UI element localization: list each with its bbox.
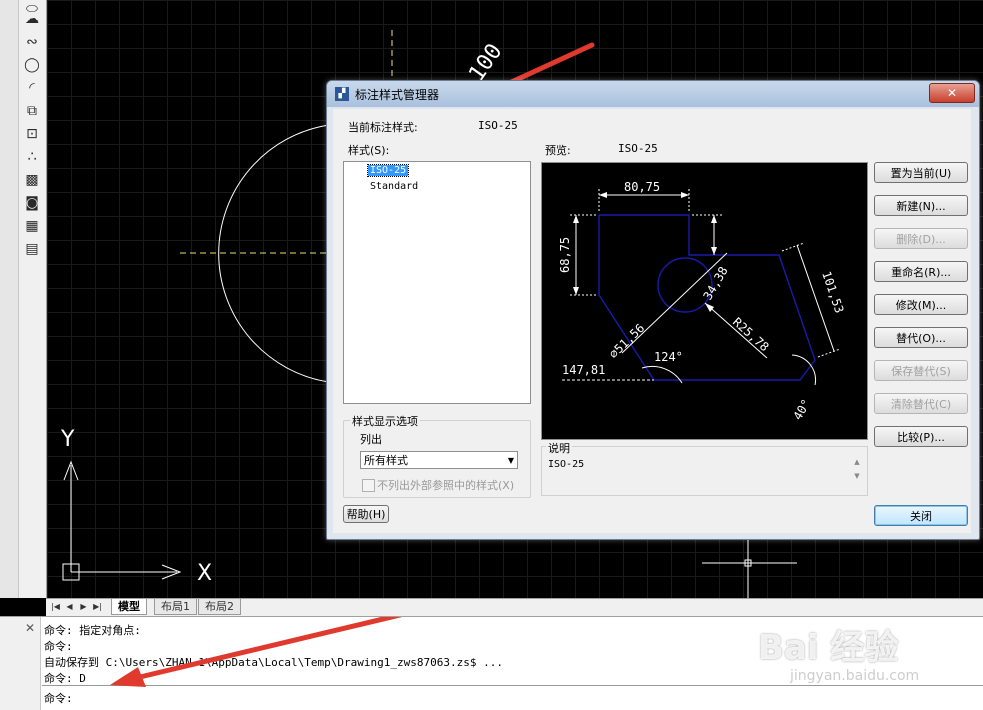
style-display-options-group: 样式显示选项 列出 所有样式 ▼ 不列出外部参照中的样式(X) [343, 413, 531, 498]
list-filter-value: 所有样式 [364, 454, 408, 467]
hatch-icon[interactable]: ▩ [23, 171, 41, 189]
command-line-panel: ✕ 命令: 指定对角点: 命令: 自动保存到 C:\Users\ZHAN~1\A… [0, 616, 983, 710]
current-style-value: ISO-25 [478, 119, 518, 132]
mtext-icon[interactable]: ▤ [23, 240, 41, 258]
preview-dim-radius: R25,78 [730, 315, 772, 354]
preview-dim-step: 34,38 [700, 264, 730, 302]
help-button[interactable]: 帮助(H) [343, 505, 389, 523]
dialog-body: 当前标注样式: ISO-25 样式(S): ISO-25 Standard 样式… [333, 109, 971, 533]
make-block-icon[interactable]: ⊡ [23, 125, 41, 143]
description-value: ISO-25 [548, 459, 585, 470]
description-label: 说明 [546, 440, 572, 456]
list-label: 列出 [360, 433, 382, 446]
chevron-down-icon: ▼ [507, 456, 514, 465]
display-options-title: 样式显示选项 [350, 413, 420, 429]
modify-button[interactable]: 修改(M)... [874, 294, 968, 315]
draw-toolbar: ⬭ ☁ ∾ ◯ ◜ ⧉ ⊡ ∴ ▩ ◙ ▦ ▤ [0, 0, 47, 598]
dialog-title: 标注样式管理器 [355, 88, 440, 102]
dimension-style-manager-dialog: ▞ 标注样式管理器 ✕ 当前标注样式: ISO-25 样式(S): ISO-25… [326, 80, 980, 540]
axis-y-label: Y [60, 427, 75, 452]
cloud-icon[interactable]: ☁ [23, 10, 41, 28]
new-button[interactable]: 新建(N)... [874, 195, 968, 216]
preview-hole [657, 257, 713, 313]
prev-tab-button[interactable]: ◀ [64, 601, 75, 612]
close-button[interactable]: ✕ [929, 83, 975, 103]
annotation-arrow-bottom [137, 617, 403, 680]
list-filter-select[interactable]: 所有样式 ▼ [360, 451, 518, 469]
ellipse-icon[interactable]: ◯ [23, 56, 41, 74]
description-scrollbar[interactable]: ▲ ▼ [851, 455, 863, 487]
tab-layout2[interactable]: 布局2 [198, 599, 241, 615]
annotation-arrowhead-bottom [110, 667, 146, 687]
delete-button[interactable]: 删除(D)... [874, 228, 968, 249]
preview-drawing: 80,75 68,75 ⌀51,56 34,38 R25,78 101,53 1… [558, 180, 847, 423]
tab-model[interactable]: 模型 [111, 599, 147, 615]
rename-button[interactable]: 重命名(R)... [874, 261, 968, 282]
ellipse-arc-icon[interactable]: ◜ [23, 79, 41, 97]
compare-button[interactable]: 比较(P)... [874, 426, 968, 447]
preview-dim-top: 80,75 [624, 180, 660, 194]
preview-dim-angle: 124° [654, 350, 683, 364]
style-preview: 80,75 68,75 ⌀51,56 34,38 R25,78 101,53 1… [541, 162, 868, 440]
axis-x-label: X [197, 561, 212, 586]
current-style-label: 当前标注样式: [348, 121, 418, 134]
preview-dim-slant: 101,53 [819, 269, 846, 315]
preview-style-name: ISO-25 [618, 142, 658, 155]
styles-label: 样式(S): [348, 144, 390, 157]
description-group: 说明 ISO-25 ▲ ▼ [541, 440, 868, 496]
first-tab-button[interactable]: |◀ [50, 601, 61, 612]
exclude-xref-label: 不列出外部参照中的样式(X) [377, 479, 515, 492]
insert-block-icon[interactable]: ⧉ [23, 102, 41, 120]
layout-tabs-bar: |◀ ◀ ▶ ▶| 模型 布局1 布局2 [46, 598, 983, 616]
preview-dim-bottom: 147,81 [562, 363, 605, 377]
close-dialog-button[interactable]: 关闭 [874, 505, 968, 526]
style-item-iso25[interactable]: ISO-25 [366, 164, 410, 177]
table-icon[interactable]: ▦ [23, 217, 41, 235]
style-item-standard[interactable]: Standard [368, 181, 420, 192]
dialog-titlebar[interactable]: ▞ 标注样式管理器 ✕ [327, 81, 979, 107]
next-tab-button[interactable]: ▶ [78, 601, 89, 612]
clear-override-button[interactable]: 清除替代(C) [874, 393, 968, 414]
preview-dim-diameter: ⌀51,56 [606, 321, 647, 361]
exclude-xref-checkbox[interactable] [362, 479, 375, 492]
command-arrow-svg [110, 617, 403, 687]
styles-listbox[interactable]: ISO-25 Standard [343, 161, 531, 404]
preview-dim-corner: 40° [790, 397, 813, 423]
app-icon: ▞ [335, 87, 349, 101]
set-current-button[interactable]: 置为当前(U) [874, 162, 968, 183]
point-icon[interactable]: ∴ [23, 148, 41, 166]
spline-icon[interactable]: ∾ [23, 33, 41, 51]
tab-layout1[interactable]: 布局1 [154, 599, 197, 615]
region-icon[interactable]: ◙ [23, 194, 41, 212]
save-override-button[interactable]: 保存替代(S) [874, 360, 968, 381]
toolbar-grip [0, 0, 19, 598]
preview-label: 预览: [545, 144, 571, 157]
preview-dim-left: 68,75 [558, 237, 572, 273]
override-button[interactable]: 替代(O)... [874, 327, 968, 348]
last-tab-button[interactable]: ▶| [92, 601, 103, 612]
